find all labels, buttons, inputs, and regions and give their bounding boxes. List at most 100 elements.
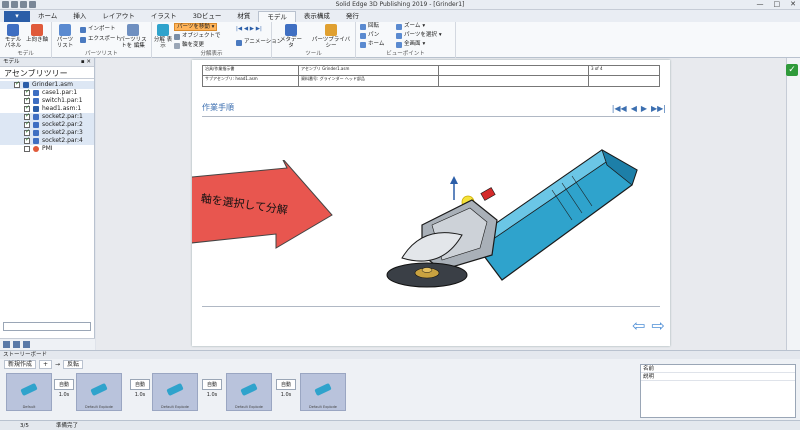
storyboard-header: ストーリーボード xyxy=(0,351,800,359)
property-description[interactable]: 説明 xyxy=(641,373,795,381)
tree-item-socket-1[interactable]: socket2.par:1 xyxy=(0,112,94,121)
maximize-button[interactable]: □ xyxy=(774,0,781,8)
rotate-button[interactable]: 回転 xyxy=(360,23,379,30)
group-label: モデル xyxy=(17,51,34,57)
ribbon: モデル パネル 上向き軸 モデル パーツ リスト インポート エクスポート パー… xyxy=(0,22,800,58)
tab-material[interactable]: 材質 xyxy=(229,11,258,22)
first-page-icon[interactable]: |◀◀ xyxy=(612,104,627,113)
group-label: ビューポイント xyxy=(386,51,425,57)
change-axis-button[interactable]: 軸を変更 xyxy=(174,42,204,49)
grinder-thumbnail-icon xyxy=(90,382,108,397)
storyboard-frames: Default 自動 1.0s Default Explode 自動 1.0s … xyxy=(4,373,634,419)
axis-change-icon xyxy=(174,42,180,49)
header-row: 冶具/作業指示書 アセンブリ Grinder1.asm 3 of 4 xyxy=(203,66,659,76)
storyboard-frame[interactable]: Default Explode xyxy=(226,373,272,411)
transition[interactable]: 自動 1.0s xyxy=(54,379,74,398)
zoom-button[interactable]: ズーム ▾ xyxy=(396,23,425,30)
select-parts-button[interactable]: パーツを選択 ▾ xyxy=(396,32,442,39)
tree-item-grinder[interactable]: Grinder1.asm xyxy=(0,80,94,89)
grinder-model[interactable] xyxy=(362,130,652,310)
transition[interactable]: 自動 1.0s xyxy=(202,379,222,398)
tab-display-config[interactable]: 表示構成 xyxy=(296,11,338,22)
pmi-icon xyxy=(33,146,39,152)
up-axis-button[interactable]: 上向き軸 xyxy=(26,24,48,43)
tree-item-switch[interactable]: switch1.par:1 xyxy=(0,96,94,105)
tab-publish[interactable]: 発行 xyxy=(338,11,367,22)
property-name[interactable]: 名前 xyxy=(641,365,795,373)
tab-home[interactable]: ホーム xyxy=(30,11,65,22)
add-frame-button[interactable]: + xyxy=(39,360,53,369)
pin-icon[interactable]: ▪ ✕ xyxy=(81,58,91,67)
visibility-checkbox[interactable] xyxy=(24,136,30,144)
parts-privacy-button[interactable]: パーツプライバシー xyxy=(310,24,352,49)
minimize-button[interactable]: — xyxy=(757,0,764,8)
visibility-checkbox[interactable] xyxy=(14,80,20,88)
storyboard-toolbar: 新規作成 + → 反転 xyxy=(4,360,84,369)
edit-parts-list-button[interactable]: パーツリストを 編集 xyxy=(118,24,148,49)
status-bar: 3/5 準備完了 xyxy=(0,420,800,430)
tab-3d-view[interactable]: 3Dビュー xyxy=(185,11,230,22)
visibility-checkbox[interactable] xyxy=(24,146,30,152)
tree-tab-icon[interactable] xyxy=(3,341,10,348)
panel-header: モデル ▪ ✕ xyxy=(0,58,94,67)
tree-search-input[interactable] xyxy=(3,322,91,331)
export-icon xyxy=(80,36,86,43)
reverse-button[interactable]: 反転 xyxy=(63,360,84,369)
forward-arrow-icon[interactable]: ⇨ xyxy=(651,318,664,334)
tab-insert[interactable]: 挿入 xyxy=(65,11,94,22)
prev-page-icon[interactable]: ◀ xyxy=(631,104,637,113)
home-view-button[interactable]: ホーム xyxy=(360,41,384,48)
explode-view-button[interactable]: 分解 表示 xyxy=(152,24,174,49)
properties-panel: 名前 説明 xyxy=(640,364,796,418)
grinder-thumbnail-icon xyxy=(240,382,258,397)
model-panel-button[interactable]: モデル パネル xyxy=(2,24,24,49)
part-icon xyxy=(33,122,39,128)
new-frame-button[interactable]: 新規作成 xyxy=(4,360,37,369)
right-panel-strip xyxy=(786,58,800,350)
ribbon-group-partslist: パーツ リスト インポート エクスポート パーツリストを 編集 パーツリスト xyxy=(52,22,152,58)
storyboard-frame[interactable]: Default Explode xyxy=(76,373,122,411)
tree-item-head[interactable]: head1.asm:1 xyxy=(0,104,94,113)
edit-list-icon xyxy=(127,24,139,36)
storyboard-frame[interactable]: Default xyxy=(6,373,52,411)
part-icon xyxy=(33,98,39,104)
move-parts-dropdown[interactable]: パーツを移動 ▾ xyxy=(174,23,218,31)
tab-layout[interactable]: レイアウト xyxy=(94,11,143,22)
tree-item-socket-3[interactable]: socket2.par:3 xyxy=(0,128,94,137)
by-object-button[interactable]: オブジェクトで xyxy=(174,33,221,40)
header-row: サブアセンブリ: head1.asm 資料番号: グラインダー ヘッド部品 xyxy=(203,76,659,86)
application-button[interactable]: ▾ xyxy=(4,11,30,22)
fullscreen-button[interactable]: 全画面 ▾ xyxy=(396,41,425,48)
axis-icon xyxy=(31,24,43,36)
tab-model[interactable]: モデル xyxy=(258,11,296,22)
check-icon[interactable]: ✓ xyxy=(786,64,798,76)
ribbon-group-viewpoint: 回転 パン ホーム ズーム ▾ パーツを選択 ▾ 全画面 ▾ ビューポイント xyxy=(356,22,456,58)
document-canvas: 冶具/作業指示書 アセンブリ Grinder1.asm 3 of 4 サブアセン… xyxy=(96,58,786,350)
divider xyxy=(202,306,660,307)
ribbon-group-model: モデル パネル 上向き軸 モデル xyxy=(0,22,52,58)
parts-list-button[interactable]: パーツ リスト xyxy=(54,24,76,49)
tree-item-case[interactable]: case1.par:1 xyxy=(0,88,94,97)
pan-button[interactable]: パン xyxy=(360,32,379,39)
transition[interactable]: 自動 1.0s xyxy=(130,379,150,398)
storyboard-frame[interactable]: Default Explode xyxy=(152,373,198,411)
storyboard-frame[interactable]: Default Explode xyxy=(300,373,346,411)
arrow-icon: → xyxy=(55,361,61,368)
tree-item-socket-4[interactable]: socket2.par:4 xyxy=(0,136,94,145)
metadata-button[interactable]: メタデータ xyxy=(278,24,304,49)
tree-item-socket-2[interactable]: socket2.par:2 xyxy=(0,120,94,129)
parts-tab-icon[interactable] xyxy=(13,341,20,348)
transition[interactable]: 自動 1.0s xyxy=(276,379,296,398)
last-page-icon[interactable]: ▶▶| xyxy=(651,104,666,113)
import-button[interactable]: インポート xyxy=(80,26,116,33)
group-label: 分解表示 xyxy=(200,51,223,57)
panel-tabs xyxy=(0,338,95,350)
tree-item-pmi[interactable]: PMI xyxy=(0,145,94,153)
close-button[interactable]: ✕ xyxy=(790,0,796,8)
back-arrow-icon[interactable]: ⇦ xyxy=(632,318,645,334)
export-button[interactable]: エクスポート xyxy=(80,36,121,43)
animation-nav[interactable]: |◀ ◀ ▶ ▶| xyxy=(236,26,262,33)
views-tab-icon[interactable] xyxy=(23,341,30,348)
next-page-icon[interactable]: ▶ xyxy=(641,104,647,113)
tab-illustration[interactable]: イラスト xyxy=(143,11,185,22)
